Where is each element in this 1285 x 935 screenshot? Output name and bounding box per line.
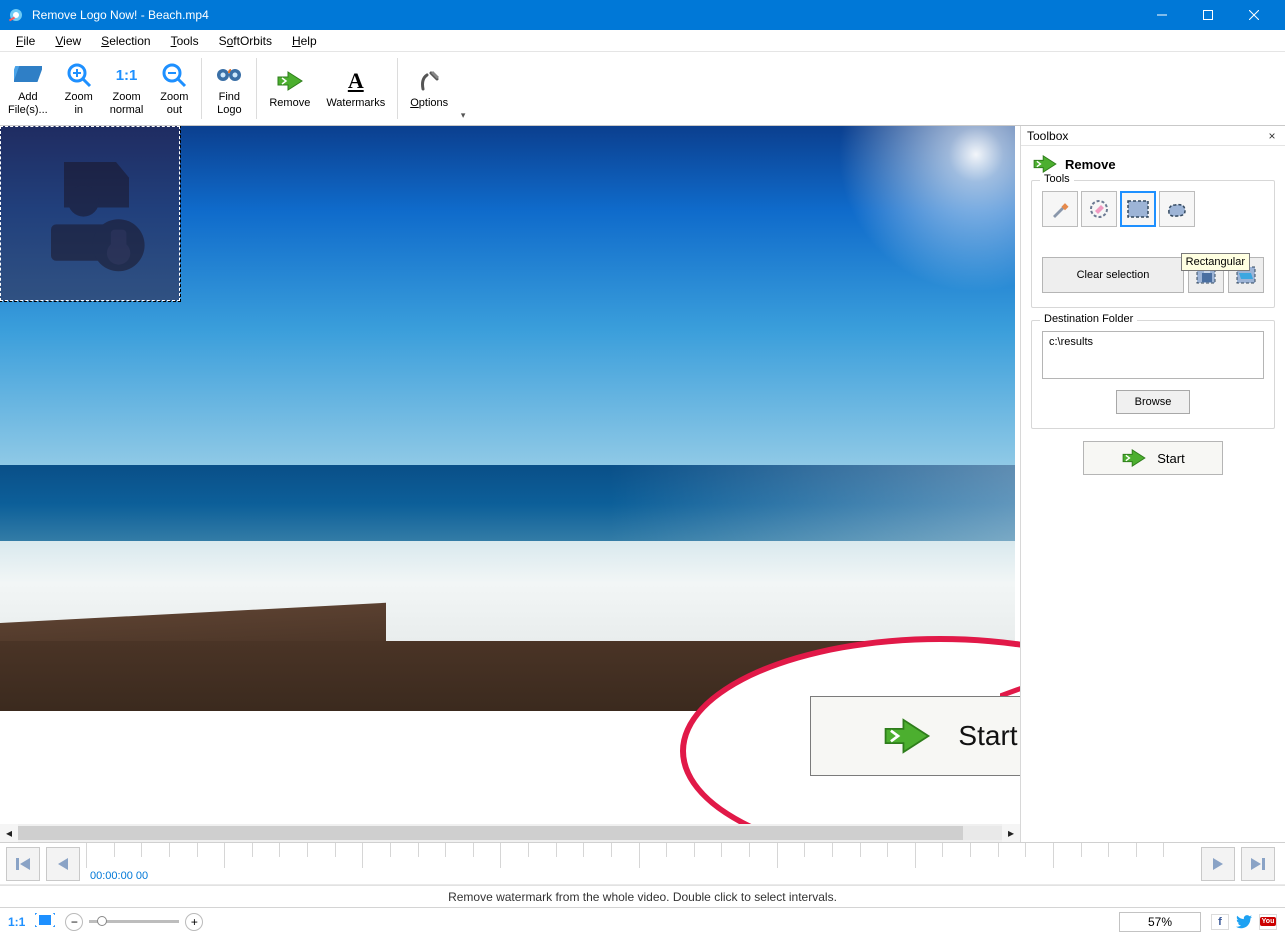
timeline-timestamp: 00:00:00 00: [90, 870, 148, 882]
toolbar-watermarks-label: Watermarks: [326, 97, 385, 109]
scroll-right-button[interactable]: ▸: [1002, 824, 1020, 842]
options-icon: [415, 67, 443, 95]
toolbox-panel-title: Toolbox: [1027, 129, 1068, 143]
timeline-next-frame-button[interactable]: [1201, 847, 1235, 881]
scroll-left-button[interactable]: ◂: [0, 824, 18, 842]
timeline: 00:00:00 00: [0, 842, 1285, 885]
toolbox-panel: Toolbox × Remove Tools Rectangular Clear…: [1020, 126, 1285, 842]
video-preview[interactable]: Start: [0, 126, 1020, 824]
tooltip-rectangular: Rectangular: [1181, 253, 1250, 271]
scroll-thumb[interactable]: [18, 826, 963, 840]
horizontal-scrollbar[interactable]: ◂ ▸: [0, 824, 1020, 842]
statusbar: Remove watermark from the whole video. D…: [0, 885, 1285, 907]
zoom-in-small-button[interactable]: +: [185, 913, 203, 931]
menu-view[interactable]: View: [45, 32, 91, 50]
timeline-last-frame-button[interactable]: [1241, 847, 1275, 881]
menu-tools[interactable]: Tools: [161, 32, 209, 50]
zoom-out-icon: [160, 61, 188, 89]
toolbar-zoom-in-label: Zoom in: [65, 91, 93, 115]
menu-selection[interactable]: Selection: [91, 32, 160, 50]
destination-folder-label: Destination Folder: [1040, 313, 1137, 325]
toolbar: Add File(s)... Zoom in 1:1 Zoom normal Z…: [0, 52, 1285, 126]
toolbar-add-files[interactable]: Add File(s)...: [0, 52, 56, 125]
youtube-icon[interactable]: You: [1259, 914, 1277, 930]
titlebar: Remove Logo Now! - Beach.mp4: [0, 0, 1285, 30]
toolbar-zoom-out-label: Zoom out: [160, 91, 188, 115]
toolbar-remove-label: Remove: [269, 97, 310, 109]
zoom-slider-handle[interactable]: [97, 916, 107, 926]
menubar: File View Selection Tools SoftOrbits Hel…: [0, 30, 1285, 52]
timeline-first-frame-button[interactable]: [6, 847, 40, 881]
toolbox-close-button[interactable]: ×: [1265, 129, 1279, 143]
annotation-start-label: Start: [958, 720, 1017, 752]
maximize-button[interactable]: [1185, 0, 1231, 30]
toolbar-zoom-normal[interactable]: 1:1 Zoom normal: [102, 52, 152, 125]
toolbar-options[interactable]: Options: [402, 52, 456, 125]
twitter-icon[interactable]: [1235, 914, 1253, 930]
remove-arrow-icon: [1031, 154, 1059, 174]
minimize-button[interactable]: [1139, 0, 1185, 30]
statusbar-text: Remove watermark from the whole video. D…: [448, 890, 837, 904]
toolbar-zoom-out[interactable]: Zoom out: [151, 52, 197, 125]
toolbar-overflow[interactable]: ▾: [456, 52, 470, 125]
app-icon: [8, 7, 24, 23]
scroll-track[interactable]: [18, 826, 1002, 840]
timeline-prev-frame-button[interactable]: [46, 847, 80, 881]
tool-freeform[interactable]: [1159, 191, 1195, 227]
toolbar-zoom-in[interactable]: Zoom in: [56, 52, 102, 125]
menu-softorbits[interactable]: SoftOrbits: [209, 32, 282, 50]
toolbar-remove[interactable]: Remove: [261, 52, 318, 125]
zoom-normal-icon: 1:1: [113, 61, 141, 89]
tool-eraser[interactable]: [1081, 191, 1117, 227]
menu-help[interactable]: Help: [282, 32, 327, 50]
browse-button[interactable]: Browse: [1116, 390, 1190, 414]
facebook-icon[interactable]: f: [1211, 914, 1229, 930]
add-files-icon: [14, 61, 42, 89]
zoom-out-small-button[interactable]: −: [65, 913, 83, 931]
start-button-label: Start: [1157, 451, 1184, 466]
tool-marker[interactable]: [1042, 191, 1078, 227]
timeline-track[interactable]: 00:00:00 00: [86, 843, 1191, 884]
start-button[interactable]: Start: [1083, 441, 1223, 475]
find-logo-icon: [215, 61, 243, 89]
annotation-start-button: Start: [810, 696, 1020, 776]
close-button[interactable]: [1231, 0, 1277, 30]
watermarks-icon: A: [342, 67, 370, 95]
watermark-placeholder-icon: [25, 149, 155, 279]
tool-rectangular[interactable]: [1120, 191, 1156, 227]
annotation-connector: [1000, 656, 1020, 696]
destination-folder-input[interactable]: [1042, 331, 1264, 379]
video-canvas: [0, 126, 1015, 711]
menu-file[interactable]: File: [6, 32, 45, 50]
toolbar-zoom-normal-label: Zoom normal: [110, 91, 144, 115]
toolbox-title: Remove: [1065, 157, 1116, 172]
remove-icon: [276, 67, 304, 95]
toolbar-watermarks[interactable]: A Watermarks: [318, 52, 393, 125]
selection-rectangle[interactable]: [0, 126, 180, 301]
toolbar-find-logo-label: Find Logo: [217, 91, 241, 115]
toolbar-options-label: Options: [410, 97, 448, 109]
start-arrow-icon: [1121, 448, 1147, 468]
footer: 1:1 − + 57% f You: [0, 907, 1285, 935]
toolbar-add-files-label: Add File(s)...: [8, 91, 48, 115]
zoom-percent-display: 57%: [1119, 912, 1201, 932]
toolbar-find-logo[interactable]: Find Logo: [206, 52, 252, 125]
window-title: Remove Logo Now! - Beach.mp4: [32, 8, 1139, 22]
zoom-slider[interactable]: [89, 920, 179, 923]
fit-screen-icon[interactable]: [35, 913, 55, 930]
clear-selection-button[interactable]: Clear selection: [1042, 257, 1184, 293]
zoom-ratio-label[interactable]: 1:1: [8, 915, 25, 929]
zoom-in-icon: [65, 61, 93, 89]
tools-group-label: Tools: [1040, 173, 1074, 185]
